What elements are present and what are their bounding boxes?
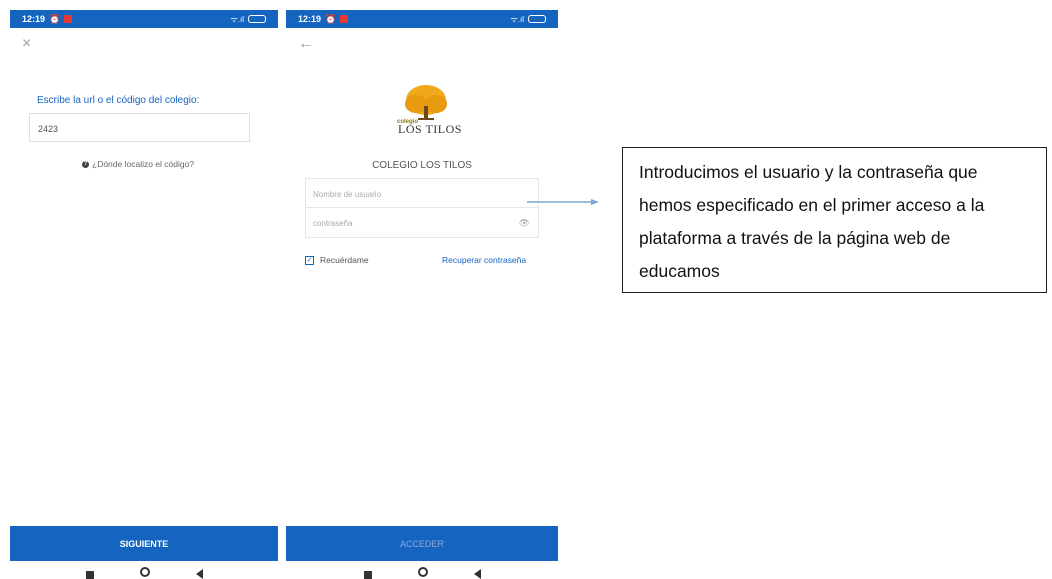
remember-checkbox[interactable]: ✓ [305, 255, 314, 265]
annotation-callout: Introducimos el usuario y la contraseña … [622, 147, 1047, 293]
status-time: 12:19 [22, 14, 46, 24]
battery-icon [528, 15, 546, 23]
close-icon[interactable]: × [22, 36, 31, 52]
back-nav-icon[interactable] [195, 569, 203, 579]
password-placeholder: contraseña [313, 219, 353, 228]
home-icon[interactable] [417, 567, 428, 577]
login-button[interactable]: ACCEDER [286, 526, 558, 561]
back-nav-icon[interactable] [473, 569, 481, 579]
status-bar: 12:19 ⏰ ᯤ.ıl [286, 10, 558, 28]
username-input[interactable]: Nombre de usuario [305, 178, 539, 208]
help-link[interactable]: ? ¿Dónde localizo el código? [82, 159, 194, 169]
notification-icon [340, 15, 349, 23]
android-nav-bar [10, 567, 278, 579]
logo-name: LOS TILOS [398, 122, 462, 136]
next-button[interactable]: SIGUIENTE [10, 526, 278, 561]
school-name: COLEGIO LOS TILOS [372, 160, 472, 171]
eye-icon[interactable]: 👁 [519, 218, 530, 229]
remember-label: Recuérdame [320, 255, 369, 265]
alarm-icon: ⏰ [325, 13, 337, 24]
code-input[interactable]: 2423 [29, 113, 250, 142]
android-nav-bar [286, 567, 558, 579]
notification-icon [64, 15, 73, 23]
back-arrow-icon[interactable]: ← [298, 36, 314, 52]
question-icon: ? [82, 160, 89, 168]
pointer-arrow [527, 199, 599, 205]
phone-screen-code: 12:19 ⏰ ᯤ.ıl × Escribe la url o el códig… [10, 10, 278, 579]
remember-me[interactable]: ✓ Recuérdame [305, 255, 369, 265]
home-icon[interactable] [139, 567, 150, 577]
recents-icon[interactable] [85, 571, 94, 579]
status-bar: 12:19 ⏰ ᯤ.ıl [10, 10, 278, 28]
recents-icon[interactable] [363, 571, 372, 579]
battery-icon [248, 15, 266, 23]
password-input[interactable]: contraseña 👁 [305, 208, 539, 238]
recover-password-link[interactable]: Recuperar contraseña [442, 255, 526, 265]
signal-icon: ᯤ.ıl [230, 14, 244, 24]
status-time: 12:19 [298, 14, 322, 24]
signal-icon: ᯤ.ıl [510, 14, 524, 24]
alarm-icon: ⏰ [49, 13, 61, 24]
help-text: ¿Dónde localizo el código? [92, 159, 195, 169]
code-label: Escribe la url o el código del colegio: [37, 95, 200, 106]
phone-screen-login: 12:19 ⏰ ᯤ.ıl ← colegio LOS TILOS COLEGIO… [286, 10, 558, 579]
